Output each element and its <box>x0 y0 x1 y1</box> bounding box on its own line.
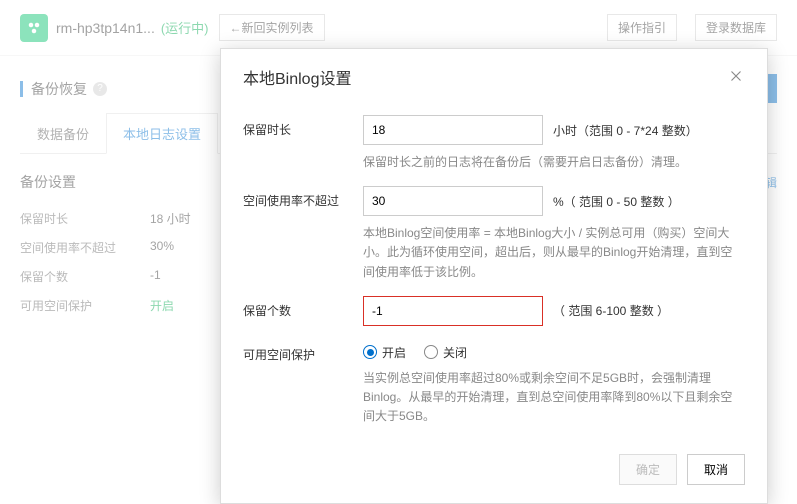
hint: （ 范围 6-100 整数 ） <box>553 302 669 319</box>
modal-title: 本地Binlog设置 <box>243 65 351 89</box>
hint: 小时（范围 0 - 7*24 整数） <box>553 122 698 139</box>
form-row-space-protect: 可用空间保护 开启 关闭 当实例总空间使用率超过80%或剩余空间不足5GB时，会… <box>243 330 745 431</box>
form-label: 空间使用率不超过 <box>243 186 363 209</box>
retention-count-input[interactable] <box>363 296 543 326</box>
form-row-retention-count: 保留个数 （ 范围 6-100 整数 ） <box>243 286 745 330</box>
form-label: 可用空间保护 <box>243 340 363 363</box>
cancel-button[interactable]: 取消 <box>687 454 745 485</box>
hint: %（ 范围 0 - 50 整数 ） <box>553 193 680 210</box>
retention-hours-input[interactable] <box>363 115 543 145</box>
radio-icon <box>363 345 377 359</box>
desc: 本地Binlog空间使用率 = 本地Binlog大小 / 实例总可用（购买）空间… <box>363 224 743 282</box>
space-usage-input[interactable] <box>363 186 543 216</box>
desc: 当实例总空间使用率超过80%或剩余空间不足5GB时，会强制清理Binlog。从最… <box>363 369 743 427</box>
radio-icon <box>424 345 438 359</box>
desc: 保留时长之前的日志将在备份后（需要开启日志备份）清理。 <box>363 153 743 172</box>
form-label: 保留时长 <box>243 115 363 138</box>
form-label: 保留个数 <box>243 296 363 319</box>
radio-on[interactable]: 开启 <box>363 344 406 361</box>
radio-label: 开启 <box>382 344 406 361</box>
form-row-space-usage: 空间使用率不超过 %（ 范围 0 - 50 整数 ） 本地Binlog空间使用率… <box>243 176 745 286</box>
form-row-retention-hours: 保留时长 小时（范围 0 - 7*24 整数） 保留时长之前的日志将在备份后（需… <box>243 105 745 176</box>
binlog-settings-modal: 本地Binlog设置 保留时长 小时（范围 0 - 7*24 整数） 保留时长之… <box>220 48 768 504</box>
ok-button[interactable]: 确定 <box>619 454 677 485</box>
radio-label: 关闭 <box>443 344 467 361</box>
radio-off[interactable]: 关闭 <box>424 344 467 361</box>
close-icon[interactable] <box>727 67 745 88</box>
